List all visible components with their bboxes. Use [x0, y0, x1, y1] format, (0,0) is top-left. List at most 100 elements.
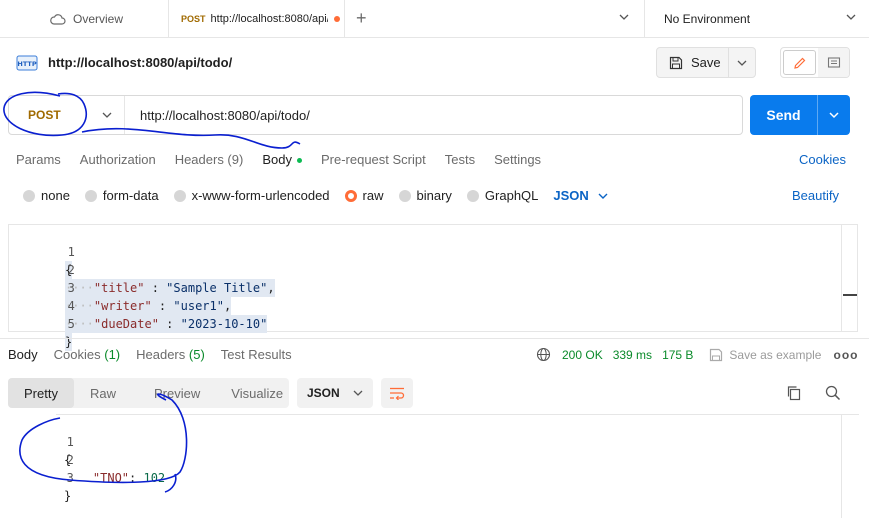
- save-options-button[interactable]: [729, 48, 755, 77]
- editor-scrollbar[interactable]: [841, 224, 858, 332]
- radio-form-data[interactable]: form-data: [84, 188, 159, 203]
- json-trail: ,: [223, 299, 232, 313]
- radio-dot: [84, 189, 97, 202]
- raw-language-label: JSON: [553, 188, 589, 203]
- view-visualize[interactable]: Visualize: [231, 386, 283, 401]
- more-options-button[interactable]: ooo: [833, 348, 858, 362]
- resp-tab-body[interactable]: Body: [8, 347, 38, 362]
- code-line: 3 ····"writer" : "user1",: [9, 261, 232, 315]
- radio-graphql[interactable]: GraphQL: [466, 188, 539, 203]
- response-size[interactable]: 175 B: [662, 348, 693, 362]
- json-key: "dueDate": [93, 317, 159, 331]
- save-as-example-button[interactable]: Save as example: [709, 348, 821, 362]
- tab-url: http://localhost:8080/api/todo/: [210, 12, 328, 25]
- send-options-button[interactable]: [818, 95, 850, 135]
- radio-binary-label: binary: [416, 188, 452, 203]
- tab-tests[interactable]: Tests: [445, 152, 475, 167]
- resp-tab-cookies-count: (1): [104, 347, 121, 362]
- resp-tab-cookies[interactable]: Cookies (1): [54, 347, 120, 362]
- view-preview[interactable]: Preview: [154, 386, 200, 401]
- method-select[interactable]: POST: [9, 96, 125, 134]
- save-as-example-label: Save as example: [729, 347, 822, 362]
- unsaved-dot: [333, 15, 340, 22]
- response-format-select[interactable]: JSON: [297, 378, 373, 408]
- radio-dot: [398, 189, 411, 202]
- comments-button[interactable]: [818, 48, 849, 77]
- wrap-lines-button[interactable]: [381, 378, 413, 408]
- radio-none[interactable]: none: [23, 188, 70, 203]
- line-number: 1: [66, 435, 74, 449]
- code-text: "TNO": 102: [92, 471, 166, 485]
- save-button[interactable]: Save: [657, 48, 730, 77]
- chevron-down-icon: [598, 193, 608, 199]
- response-body-viewer[interactable]: 1 { 2 "TNO": 102 3 }: [8, 414, 869, 518]
- resp-tab-test-results[interactable]: Test Results: [221, 347, 292, 362]
- new-tab-button[interactable]: +: [356, 8, 367, 29]
- tab-settings[interactable]: Settings: [494, 152, 541, 167]
- json-sep: :: [151, 299, 174, 313]
- resp-tab-cookies-label: Cookies: [53, 347, 101, 362]
- tab-headers[interactable]: Headers (9): [175, 152, 244, 167]
- view-mode-toggle: [780, 47, 850, 78]
- response-format-label: JSON: [307, 386, 340, 400]
- chevron-down-icon: [353, 390, 363, 396]
- pane-divider[interactable]: [0, 338, 869, 339]
- response-tabs: Body Cookies (1) Headers (5) Test Result…: [8, 347, 308, 362]
- radio-form-data-label: form-data: [102, 188, 159, 203]
- json-key: "writer": [93, 299, 152, 313]
- line-number: 4: [67, 299, 75, 313]
- json-trail: ,: [267, 281, 275, 295]
- code-line: 5 }: [9, 297, 75, 351]
- wrap-icon: [390, 387, 405, 400]
- line-number: 3: [67, 281, 75, 295]
- save-group: Save: [656, 47, 756, 78]
- view-raw[interactable]: Raw: [90, 386, 116, 401]
- radio-raw-label: raw: [362, 188, 384, 203]
- view-pretty[interactable]: Pretty: [8, 378, 74, 408]
- response-scrollbar[interactable]: [841, 414, 858, 518]
- cookies-link[interactable]: Cookies: [799, 152, 846, 167]
- code-text: }: [64, 489, 72, 503]
- environment-selector[interactable]: No Environment: [644, 0, 869, 37]
- request-body-editor[interactable]: 1 { 2 ····"title" : "Sample Title", 3 ··…: [8, 224, 858, 351]
- code-line: 2 "TNO": 102: [8, 433, 166, 485]
- radio-binary[interactable]: binary: [398, 188, 452, 203]
- chevron-down-icon[interactable]: [618, 11, 630, 23]
- globe-icon[interactable]: [536, 347, 551, 362]
- send-button[interactable]: Send: [750, 95, 818, 135]
- body-indicator-dot: [296, 158, 302, 164]
- line-number: 1: [67, 245, 75, 259]
- code-line: 2 ····"title" : "Sample Title",: [9, 243, 275, 297]
- save-icon: [710, 348, 723, 361]
- tab-authorization[interactable]: Authorization: [80, 152, 156, 167]
- request-tabs: Params Authorization Headers (9) Body Pr…: [16, 152, 560, 167]
- radio-raw[interactable]: raw: [344, 188, 384, 203]
- edit-mode-button[interactable]: [783, 50, 816, 75]
- raw-language-select[interactable]: JSON: [553, 188, 608, 203]
- json-value: "Sample Title": [166, 281, 268, 295]
- chevron-down-icon[interactable]: [845, 11, 857, 23]
- response-time[interactable]: 339 ms: [613, 348, 652, 362]
- tab-body[interactable]: Body: [262, 152, 302, 167]
- beautify-link[interactable]: Beautify: [792, 188, 839, 203]
- status-code[interactable]: 200 OK: [562, 348, 603, 362]
- tab-overview-label: Overview: [73, 11, 124, 26]
- tab-method: POST: [181, 13, 206, 24]
- radio-graphql-label: GraphQL: [484, 188, 539, 203]
- line-number: 5: [67, 317, 75, 331]
- resp-tab-headers[interactable]: Headers (5): [136, 347, 205, 362]
- tab-params[interactable]: Params: [16, 152, 61, 167]
- tab-body-label: Body: [262, 152, 292, 167]
- json-value: "2023-10-10": [180, 317, 268, 331]
- url-input[interactable]: http://localhost:8080/api/todo/: [125, 108, 310, 123]
- copy-icon[interactable]: [786, 385, 802, 401]
- tab-pre-request-script[interactable]: Pre-request Script: [321, 152, 426, 167]
- resp-tab-headers-count: (5): [188, 347, 205, 362]
- json-value: 102: [143, 471, 166, 485]
- tab-request-active[interactable]: POST http://localhost:8080/api/todo/: [168, 0, 345, 37]
- request-title[interactable]: http://localhost:8080/api/todo/: [48, 55, 232, 70]
- save-label: Save: [691, 55, 721, 70]
- radio-urlencoded[interactable]: x-www-form-urlencoded: [173, 188, 330, 203]
- tab-overview[interactable]: Overview: [50, 0, 123, 37]
- search-icon[interactable]: [825, 385, 841, 401]
